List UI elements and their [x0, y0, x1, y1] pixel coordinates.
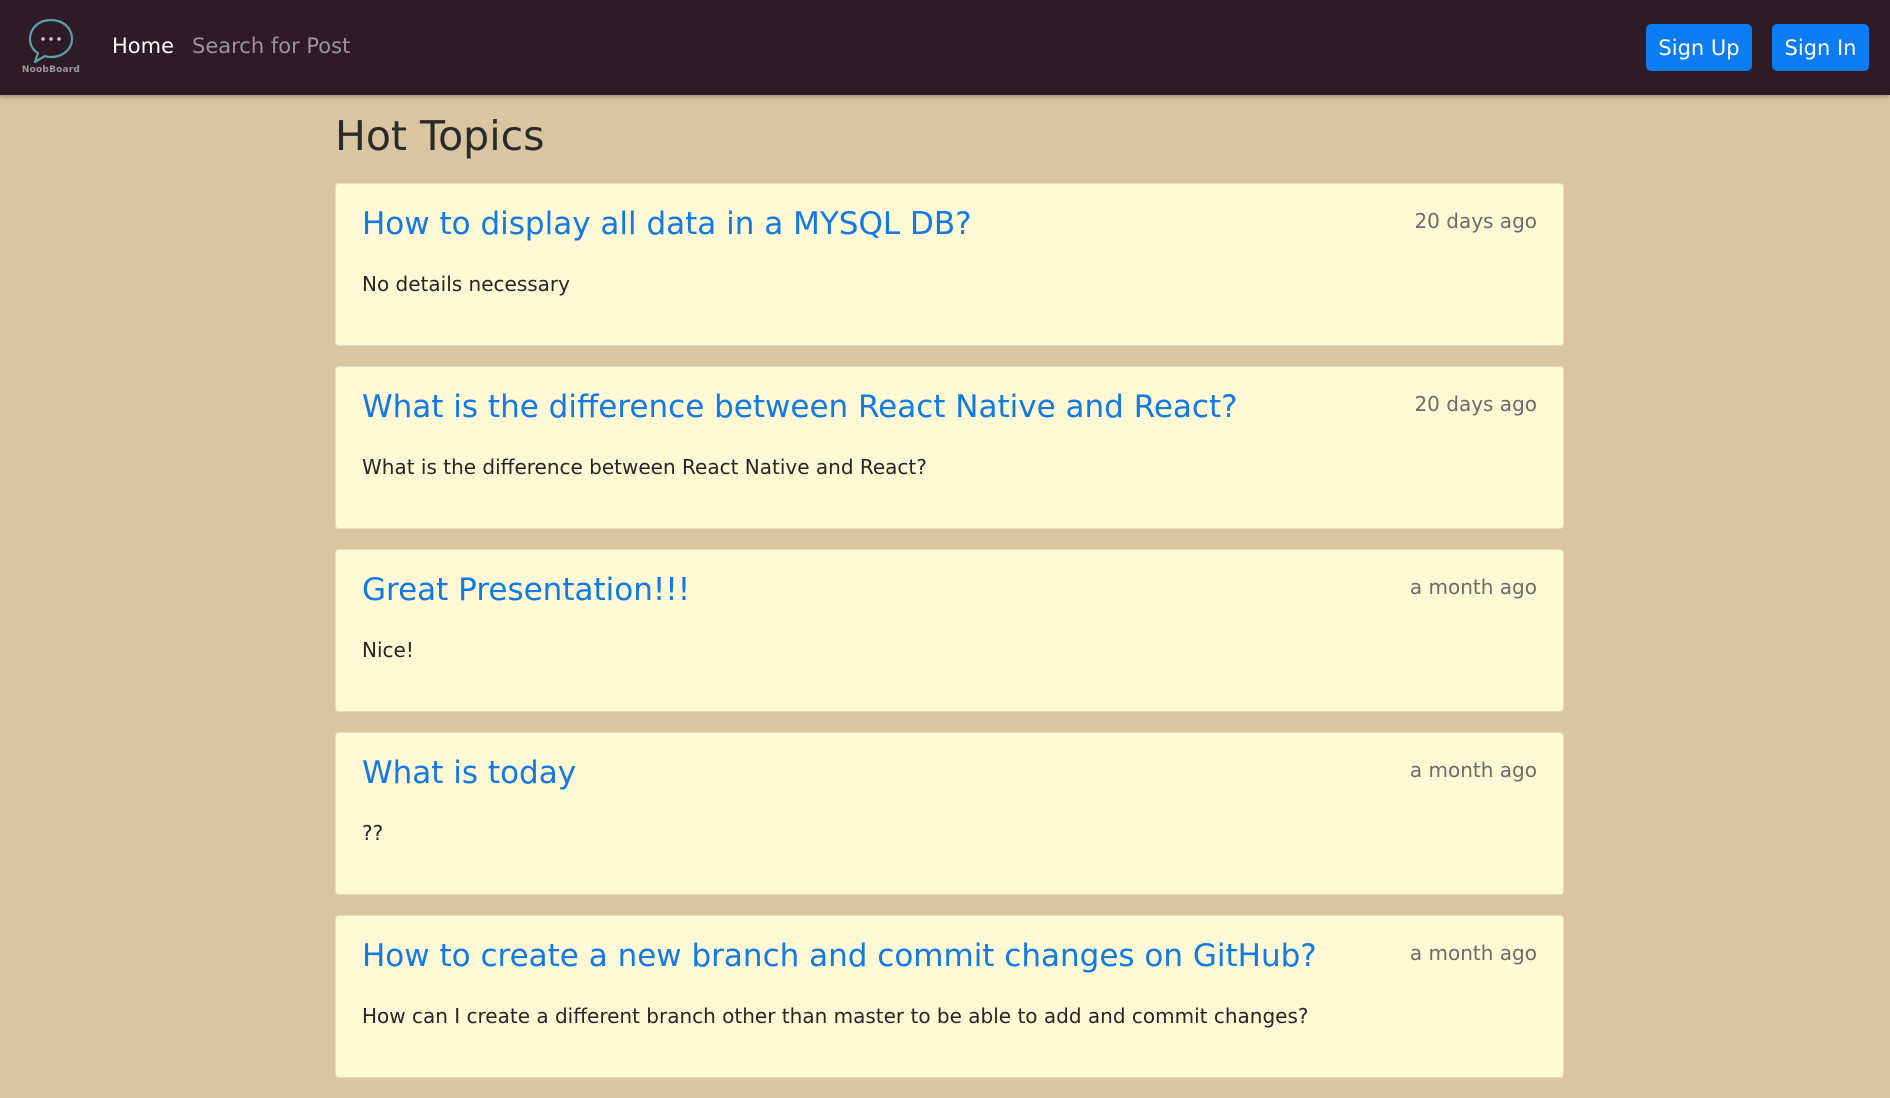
post-body: What is the difference between React Nat… [362, 455, 927, 479]
post-timestamp: a month ago [1409, 575, 1537, 599]
chat-bubble-icon [28, 18, 74, 64]
post-title-link[interactable]: Great Presentation!!! [362, 572, 690, 608]
post-title-link[interactable]: How to display all data in a MYSQL DB? [362, 206, 972, 242]
post-title-link[interactable]: What is the difference between React Nat… [362, 389, 1238, 425]
post-card: What is the difference between React Nat… [335, 366, 1564, 529]
nav-home-link[interactable]: Home [112, 34, 174, 58]
post-card: How to create a new branch and commit ch… [335, 915, 1564, 1078]
post-card: Great Presentation!!! a month ago Nice! [335, 549, 1564, 712]
post-card: How to display all data in a MYSQL DB? 2… [335, 183, 1564, 346]
post-body: No details necessary [362, 272, 570, 296]
post-title-link[interactable]: What is today [362, 755, 576, 791]
post-timestamp: 20 days ago [1414, 392, 1537, 416]
post-card: What is today a month ago ?? [335, 732, 1564, 895]
post-list: How to display all data in a MYSQL DB? 2… [335, 183, 1564, 1098]
post-timestamp: 20 days ago [1414, 209, 1537, 233]
post-body: How can I create a different branch othe… [362, 1004, 1309, 1028]
page-title: Hot Topics [335, 112, 545, 160]
brand-logo[interactable]: NoobBoard [20, 18, 82, 78]
post-title-link[interactable]: How to create a new branch and commit ch… [362, 938, 1317, 974]
sign-up-button[interactable]: Sign Up [1646, 24, 1752, 71]
post-timestamp: a month ago [1409, 941, 1537, 965]
brand-name: NoobBoard [21, 65, 81, 75]
nav-search-link[interactable]: Search for Post [192, 34, 350, 58]
post-body: ?? [362, 821, 384, 845]
post-body: Nice! [362, 638, 414, 662]
sign-in-button[interactable]: Sign In [1772, 24, 1869, 71]
navbar: NoobBoard Home Search for Post Sign Up S… [0, 0, 1890, 95]
post-timestamp: a month ago [1409, 758, 1537, 782]
